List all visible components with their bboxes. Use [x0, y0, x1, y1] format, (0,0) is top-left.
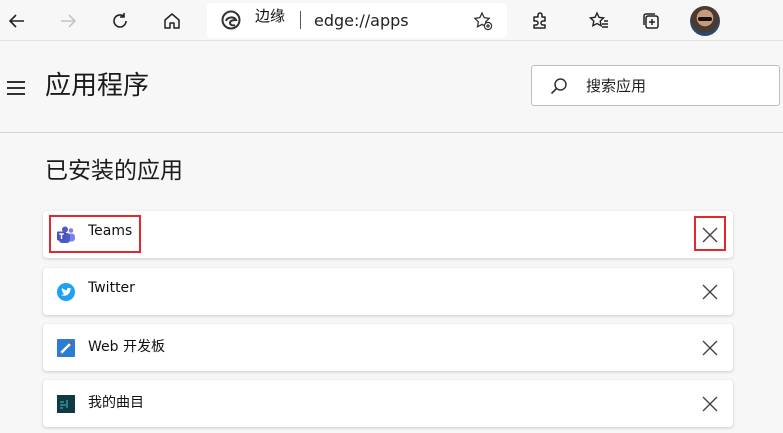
- home-icon: [164, 13, 180, 29]
- refresh-button[interactable]: [105, 6, 135, 36]
- twitter-icon: [57, 283, 75, 301]
- menu-icon[interactable]: [7, 81, 25, 95]
- forward-button[interactable]: [53, 6, 83, 36]
- installed-apps-heading: 已安装的应用: [45, 158, 183, 184]
- close-icon: [702, 340, 718, 356]
- search-icon: [550, 78, 567, 95]
- collections-button[interactable]: [636, 6, 666, 36]
- app-card-mytracks[interactable]: 我的曲目: [43, 380, 733, 427]
- teams-icon: [57, 226, 75, 243]
- profile-avatar[interactable]: [690, 6, 720, 36]
- webboard-icon: [57, 339, 75, 357]
- app-name-mytracks: 我的曲目: [88, 395, 144, 411]
- search-input[interactable]: [586, 74, 766, 98]
- app-name-twitter: Twitter: [88, 280, 135, 296]
- close-icon: [702, 227, 718, 243]
- app-card-webboard[interactable]: Web 开发板: [43, 324, 733, 371]
- address-separator: [300, 11, 301, 29]
- favorites-icon: [589, 11, 608, 28]
- add-favorite-icon[interactable]: [473, 11, 493, 31]
- favorites-button[interactable]: [584, 6, 614, 36]
- url-text[interactable]: edge://apps: [314, 11, 409, 30]
- mytracks-icon: [57, 395, 75, 413]
- search-apps-box[interactable]: [531, 65, 780, 106]
- page-title: 应用程序: [45, 71, 150, 101]
- refresh-icon: [113, 13, 127, 28]
- remove-app-button-mytracks[interactable]: [695, 389, 725, 419]
- edge-icon: [221, 10, 241, 30]
- collections-icon: [643, 13, 659, 29]
- app-name-webboard: Web 开发板: [88, 339, 165, 355]
- forward-icon: [61, 14, 77, 28]
- app-name-teams: Teams: [88, 223, 133, 239]
- close-icon: [702, 284, 718, 300]
- extensions-icon: [533, 12, 546, 29]
- extensions-button[interactable]: [525, 6, 555, 36]
- remove-app-button-teams[interactable]: [695, 220, 725, 250]
- app-card-twitter[interactable]: Twitter: [43, 268, 733, 315]
- site-identity-label[interactable]: 边缘: [255, 5, 285, 26]
- back-icon: [8, 14, 24, 28]
- remove-app-button-twitter[interactable]: [695, 277, 725, 307]
- close-icon: [702, 396, 718, 412]
- back-button[interactable]: [2, 6, 32, 36]
- browser-toolbar: 边缘 edge://apps: [0, 0, 783, 41]
- remove-app-button-webboard[interactable]: [695, 333, 725, 363]
- home-button[interactable]: [157, 6, 187, 36]
- app-card-teams[interactable]: Teams: [43, 211, 733, 258]
- address-bar[interactable]: 边缘 edge://apps: [207, 3, 507, 38]
- apps-page-header: 应用程序: [0, 41, 783, 133]
